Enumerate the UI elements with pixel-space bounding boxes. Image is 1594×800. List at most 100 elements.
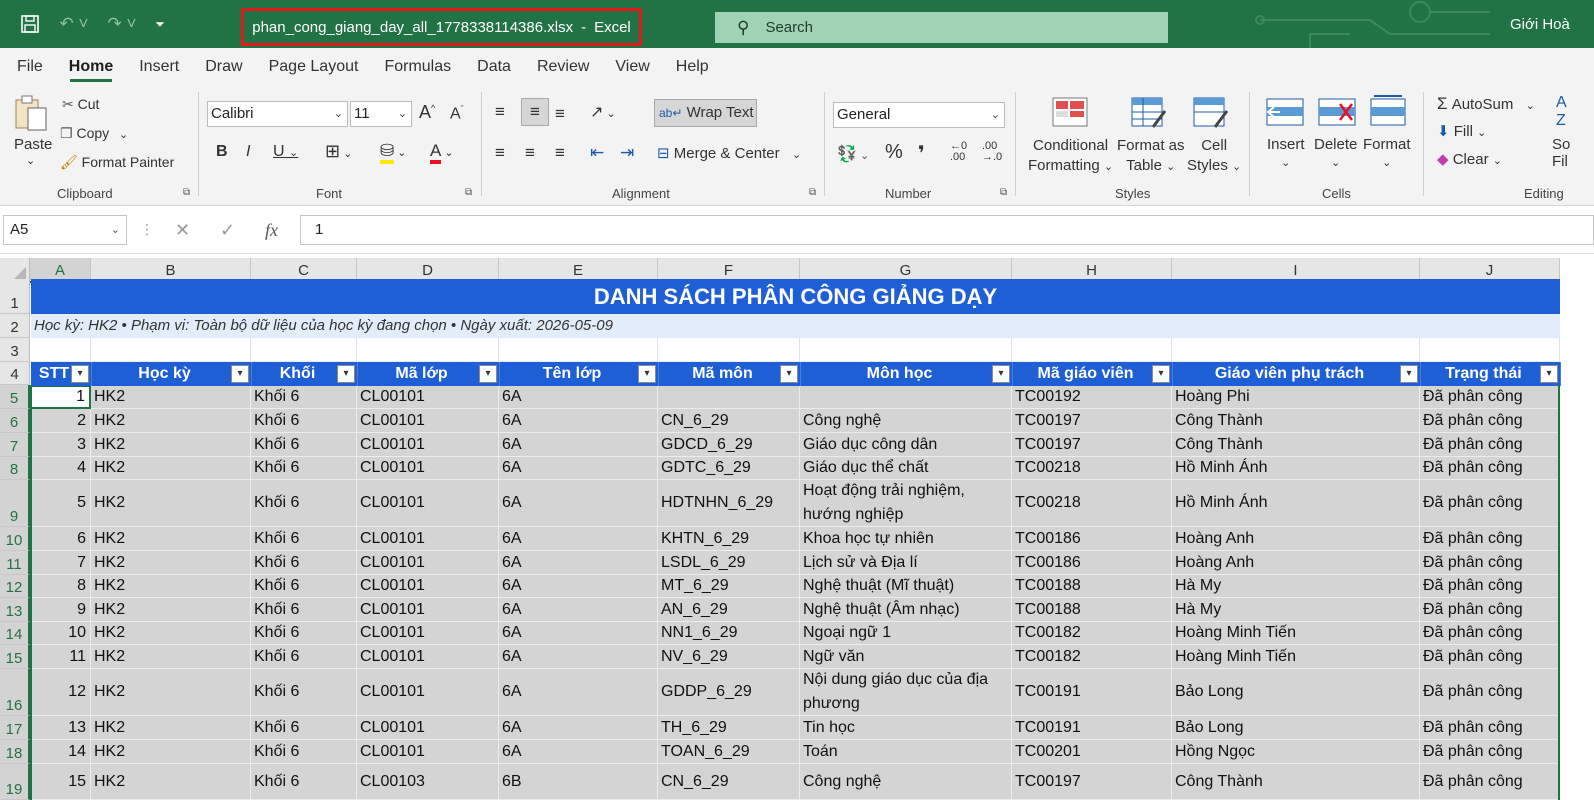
alignment-launcher-icon[interactable]: ⧉ xyxy=(809,187,816,198)
empty-cell[interactable] xyxy=(499,338,658,362)
filter-dropdown-icon[interactable]: ▾ xyxy=(992,365,1010,383)
filter-dropdown-icon[interactable]: ▾ xyxy=(231,365,249,383)
merge-center-button[interactable]: ⊟ Merge & Center ⌄ xyxy=(657,144,801,162)
percent-icon[interactable]: % xyxy=(885,141,903,164)
table-header[interactable]: Giáo viên phụ trách ▾ xyxy=(1173,362,1421,386)
insert-cells-button[interactable]: Insert ⌄ xyxy=(1267,136,1305,170)
decrease-font-icon[interactable]: Aˇ xyxy=(450,104,464,123)
table-header[interactable]: Mã giáo viên ▾ xyxy=(1013,362,1173,386)
wrap-text-button[interactable]: ab↵ Wrap Text xyxy=(654,99,757,127)
user-name[interactable]: Giới Hoà xyxy=(1510,16,1570,33)
paste-button[interactable] xyxy=(12,94,50,137)
tab-data[interactable]: Data xyxy=(464,48,524,86)
table-header[interactable]: Học kỳ ▾ xyxy=(92,362,252,386)
row-header[interactable]: 8 xyxy=(0,457,30,480)
filter-dropdown-icon[interactable]: ▾ xyxy=(780,365,798,383)
filter-dropdown-icon[interactable]: ▾ xyxy=(1152,365,1170,383)
tab-help[interactable]: Help xyxy=(663,48,722,86)
row-header[interactable]: 17 xyxy=(0,716,30,740)
font-launcher-icon[interactable]: ⧉ xyxy=(465,187,472,198)
empty-cell[interactable] xyxy=(658,338,800,362)
search-box[interactable]: ⚲ Search xyxy=(715,12,1168,43)
empty-cell[interactable] xyxy=(1172,338,1420,362)
filter-dropdown-icon[interactable]: ▾ xyxy=(638,365,656,383)
empty-cell[interactable] xyxy=(357,338,499,362)
cut-button[interactable]: ✂ Cut xyxy=(62,96,99,113)
name-box[interactable]: A5 ⌄ xyxy=(3,215,127,245)
row-header[interactable]: 3 xyxy=(0,338,30,362)
row-header[interactable]: 13 xyxy=(0,598,30,622)
row-header[interactable]: 4 xyxy=(0,362,30,385)
insert-function-icon[interactable]: fx xyxy=(265,220,278,241)
empty-cell[interactable] xyxy=(800,338,1012,362)
increase-indent-icon[interactable]: ⇥ xyxy=(620,143,634,163)
fill-button[interactable]: ⬇ Fill ⌄ xyxy=(1437,122,1486,140)
tab-home[interactable]: Home xyxy=(56,48,126,86)
row-header[interactable]: 1 xyxy=(0,279,30,314)
row-header[interactable]: 10 xyxy=(0,527,30,551)
italic-icon[interactable]: I xyxy=(246,143,250,161)
sheet-title[interactable]: DANH SÁCH PHÂN CÔNG GIẢNG DẠY xyxy=(31,279,1560,314)
empty-cell[interactable] xyxy=(1012,338,1172,362)
tab-file[interactable]: File xyxy=(0,48,56,86)
autosum-button[interactable]: Σ AutoSum ⌄ xyxy=(1437,94,1535,114)
save-icon[interactable] xyxy=(18,12,42,36)
row-header[interactable]: 5 xyxy=(0,385,30,409)
empty-cell[interactable] xyxy=(251,338,357,362)
align-left-icon[interactable]: ≡ xyxy=(495,143,505,163)
number-format-select[interactable]: General ⌄ xyxy=(833,102,1005,128)
table-header[interactable]: STT ▾ xyxy=(31,362,92,386)
decrease-decimal-icon[interactable]: .00 →.0 xyxy=(982,141,1002,163)
empty-cell[interactable] xyxy=(1420,338,1560,362)
align-bottom-icon[interactable]: ≡ xyxy=(555,104,565,124)
row-header[interactable]: 2 xyxy=(0,314,30,338)
format-painter-button[interactable]: 🖌 Format Painter xyxy=(60,154,174,171)
sort-filter-icon[interactable]: AZ xyxy=(1556,94,1567,130)
underline-icon[interactable]: U ⌄ xyxy=(273,143,298,161)
align-right-icon[interactable]: ≡ xyxy=(555,143,565,163)
number-launcher-icon[interactable]: ⧉ xyxy=(1000,187,1007,198)
format-cells-button[interactable]: Format ⌄ xyxy=(1363,136,1411,170)
row-header[interactable]: 14 xyxy=(0,622,30,645)
row-header[interactable]: 11 xyxy=(0,551,30,575)
undo-icon[interactable]: ↶ ˅ xyxy=(52,12,96,36)
align-middle-icon[interactable]: ≡ xyxy=(521,98,549,126)
increase-font-icon[interactable]: A^ xyxy=(419,102,435,123)
cell-styles-button[interactable]: Cell Styles ⌄ xyxy=(1187,136,1241,177)
format-as-table-button[interactable]: Format as Table ⌄ xyxy=(1117,136,1185,177)
font-name-select[interactable]: Calibri ⌄ xyxy=(207,101,348,127)
borders-icon[interactable]: ⊞ ⌄ xyxy=(325,141,352,162)
enter-icon[interactable]: ✓ xyxy=(220,220,235,241)
empty-cell[interactable] xyxy=(91,338,251,362)
table-header[interactable]: Môn học ▾ xyxy=(801,362,1013,386)
tab-page-layout[interactable]: Page Layout xyxy=(256,48,372,86)
row-header[interactable]: 16 xyxy=(0,669,30,716)
decrease-indent-icon[interactable]: ⇤ xyxy=(590,143,604,163)
align-top-icon[interactable]: ≡ xyxy=(495,102,505,122)
bold-icon[interactable]: B xyxy=(216,143,228,161)
increase-decimal-icon[interactable]: ←0.00 xyxy=(950,141,967,163)
table-header[interactable]: Tên lớp ▾ xyxy=(500,362,659,386)
copy-button[interactable]: ❐ Copy ⌄ xyxy=(60,125,128,142)
clipboard-launcher-icon[interactable]: ⧉ xyxy=(183,187,190,198)
delete-cells-button[interactable]: Delete ⌄ xyxy=(1314,136,1357,170)
tab-draw[interactable]: Draw xyxy=(192,48,255,86)
sheet-subtitle[interactable]: Học kỳ: HK2 • Phạm vi: Toàn bộ dữ liệu c… xyxy=(31,314,1560,338)
row-header[interactable]: 12 xyxy=(0,575,30,598)
tab-insert[interactable]: Insert xyxy=(126,48,192,86)
row-header[interactable]: 19 xyxy=(0,764,30,800)
paste-label[interactable]: Paste xyxy=(14,136,52,153)
table-header[interactable]: Khối ▾ xyxy=(252,362,358,386)
comma-style-icon[interactable]: ❜ xyxy=(918,141,925,166)
row-header[interactable]: 15 xyxy=(0,645,30,669)
tab-formulas[interactable]: Formulas xyxy=(371,48,464,86)
table-header[interactable]: Trạng thái ▾ xyxy=(1421,362,1561,386)
filter-dropdown-icon[interactable]: ▾ xyxy=(1400,365,1418,383)
conditional-formatting-button[interactable]: Conditional Formatting ⌄ xyxy=(1028,136,1113,177)
filter-dropdown-icon[interactable]: ▾ xyxy=(1540,365,1558,383)
font-size-select[interactable]: 11 ⌄ xyxy=(350,101,412,127)
table-header[interactable]: Mã lớp ▾ xyxy=(358,362,500,386)
redo-icon[interactable]: ↷ ˅ xyxy=(100,12,144,36)
row-header[interactable]: 7 xyxy=(0,433,30,457)
filter-dropdown-icon[interactable]: ▾ xyxy=(479,365,497,383)
